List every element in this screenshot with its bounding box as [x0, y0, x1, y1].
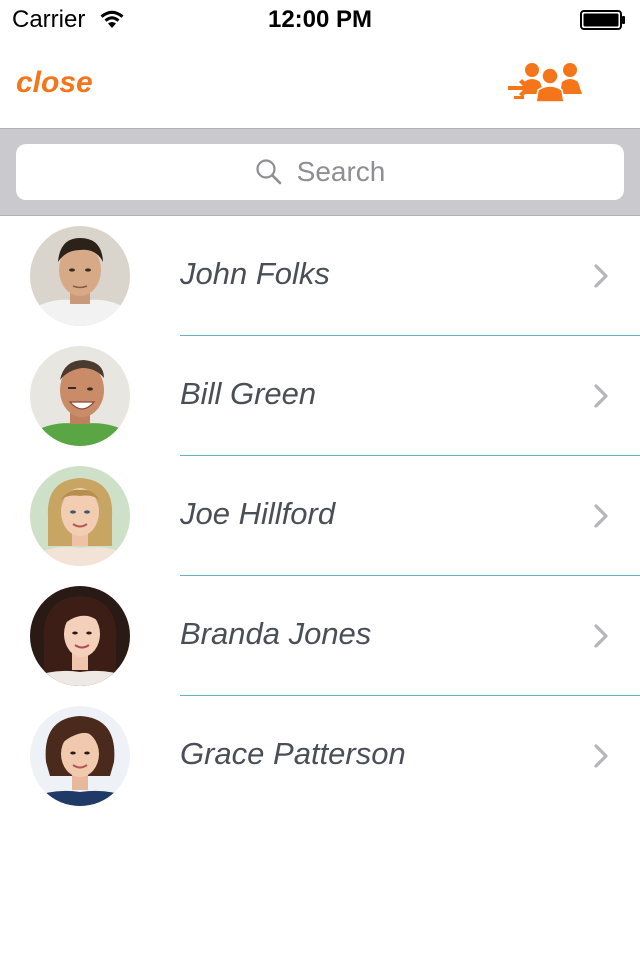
contact-name: Bill Green [180, 376, 317, 411]
close-button[interactable]: close [16, 66, 93, 100]
avatar [30, 586, 130, 686]
list-item[interactable]: Branda Jones [0, 576, 640, 696]
navigation-bar: close [0, 40, 640, 128]
chevron-right-icon [594, 264, 608, 288]
avatar [30, 346, 130, 446]
contact-name: Joe Hillford [180, 496, 336, 531]
contact-name: Branda Jones [180, 616, 372, 651]
group-transfer-icon[interactable] [506, 60, 584, 108]
list-item[interactable]: Bill Green [0, 336, 640, 456]
battery-icon [580, 10, 625, 30]
avatar [30, 226, 130, 326]
chevron-right-icon [594, 744, 608, 768]
search-input[interactable]: Search [16, 144, 624, 200]
list-item[interactable]: Joe Hillford [0, 456, 640, 576]
status-bar: Carrier 12:00 PM [0, 0, 640, 40]
contact-name: John Folks [180, 256, 330, 291]
search-placeholder: Search [296, 156, 386, 187]
contact-list: John Folks Bill Green Joe Hillford Brand… [0, 216, 640, 816]
avatar [30, 706, 130, 806]
list-item[interactable]: Grace Patterson [0, 696, 640, 816]
chevron-right-icon [594, 384, 608, 408]
chevron-right-icon [594, 624, 608, 648]
chevron-right-icon [594, 504, 608, 528]
avatar [30, 466, 130, 566]
search-icon [256, 159, 281, 185]
contact-name: Grace Patterson [180, 736, 406, 771]
list-item[interactable]: John Folks [0, 216, 640, 336]
search-bar: Search [0, 128, 640, 216]
status-time: 12:00 PM [267, 6, 373, 33]
